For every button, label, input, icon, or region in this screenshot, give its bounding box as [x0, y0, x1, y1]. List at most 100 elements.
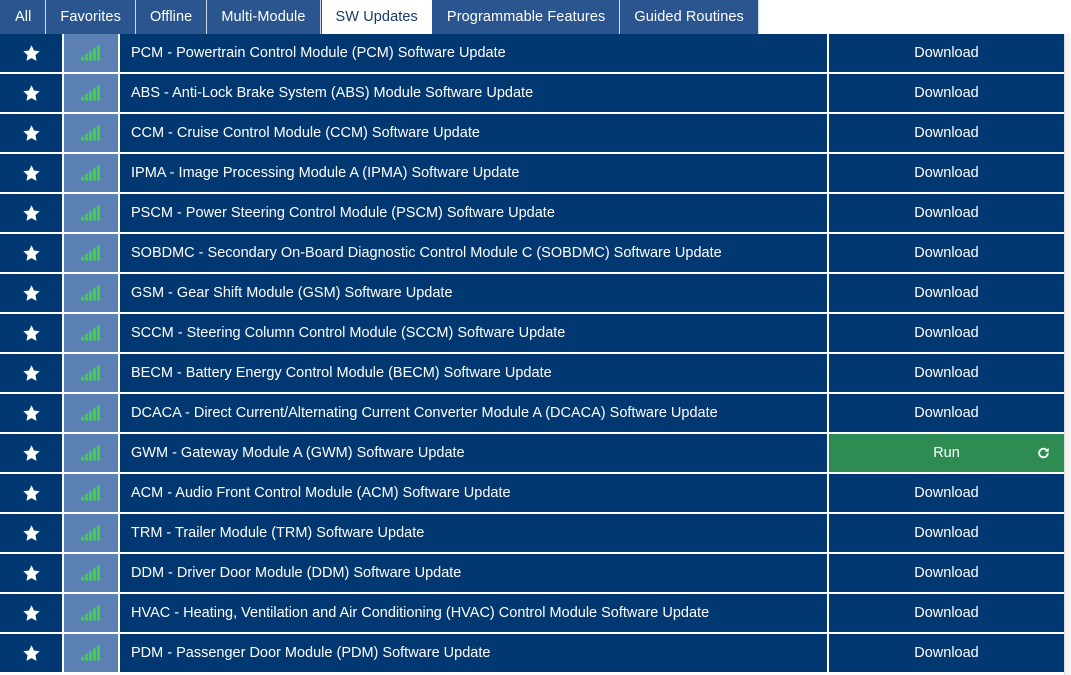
module-label[interactable]: BECM - Battery Energy Control Module (BE… — [120, 354, 827, 392]
tab-offline[interactable]: Offline — [135, 0, 208, 34]
download-button[interactable]: Download — [829, 594, 1064, 632]
favorite-toggle[interactable] — [0, 394, 62, 432]
module-status-cell[interactable] — [64, 34, 118, 72]
favorite-toggle[interactable] — [0, 594, 62, 632]
module-label[interactable]: GSM - Gear Shift Module (GSM) Software U… — [120, 274, 827, 312]
module-label[interactable]: TRM - Trailer Module (TRM) Software Upda… — [120, 514, 827, 552]
tab-bar-filler — [758, 0, 1071, 34]
tab-all[interactable]: All — [0, 0, 47, 34]
action-label: Download — [914, 325, 979, 341]
module-label[interactable]: IPMA - Image Processing Module A (IPMA) … — [120, 154, 827, 192]
download-button[interactable]: Download — [829, 314, 1064, 352]
vertical-scrollbar[interactable] — [1064, 34, 1071, 675]
signal-bars-icon — [81, 85, 101, 101]
download-button[interactable]: Download — [829, 74, 1064, 112]
download-button[interactable]: Download — [829, 234, 1064, 272]
favorite-toggle[interactable] — [0, 194, 62, 232]
signal-bars-icon — [81, 485, 101, 501]
signal-bars-icon — [81, 205, 101, 221]
module-status-cell[interactable] — [64, 354, 118, 392]
favorite-toggle[interactable] — [0, 154, 62, 192]
module-status-cell[interactable] — [64, 314, 118, 352]
table-row: HVAC - Heating, Ventilation and Air Cond… — [0, 594, 1064, 632]
favorite-toggle[interactable] — [0, 234, 62, 272]
module-label[interactable]: PDM - Passenger Door Module (PDM) Softwa… — [120, 634, 827, 672]
star-icon — [22, 244, 41, 263]
favorite-toggle[interactable] — [0, 74, 62, 112]
signal-bars-icon — [81, 565, 101, 581]
module-label[interactable]: PSCM - Power Steering Control Module (PS… — [120, 194, 827, 232]
module-label[interactable]: CCM - Cruise Control Module (CCM) Softwa… — [120, 114, 827, 152]
module-status-cell[interactable] — [64, 434, 118, 472]
favorite-toggle[interactable] — [0, 474, 62, 512]
table-row: ABS - Anti-Lock Brake System (ABS) Modul… — [0, 74, 1064, 112]
download-button[interactable]: Download — [829, 394, 1064, 432]
module-status-cell[interactable] — [64, 114, 118, 152]
action-label: Download — [914, 85, 979, 101]
module-status-cell[interactable] — [64, 74, 118, 112]
favorite-toggle[interactable] — [0, 354, 62, 392]
favorite-toggle[interactable] — [0, 634, 62, 672]
action-label: Download — [914, 365, 979, 381]
action-label: Download — [914, 605, 979, 621]
tab-multi-module[interactable]: Multi-Module — [207, 0, 321, 34]
action-label: Download — [914, 525, 979, 541]
module-label[interactable]: ACM - Audio Front Control Module (ACM) S… — [120, 474, 827, 512]
download-button[interactable]: Download — [829, 354, 1064, 392]
download-button[interactable]: Download — [829, 554, 1064, 592]
signal-bars-icon — [81, 525, 101, 541]
action-label: Download — [914, 565, 979, 581]
module-label[interactable]: SOBDMC - Secondary On-Board Diagnostic C… — [120, 234, 827, 272]
download-button[interactable]: Download — [829, 474, 1064, 512]
module-status-cell[interactable] — [64, 474, 118, 512]
module-label[interactable]: PCM - Powertrain Control Module (PCM) So… — [120, 34, 827, 72]
signal-bars-icon — [81, 165, 101, 181]
scrollbar-thumb[interactable] — [1065, 34, 1071, 675]
module-status-cell[interactable] — [64, 194, 118, 232]
signal-bars-icon — [81, 365, 101, 381]
favorite-toggle[interactable] — [0, 274, 62, 312]
module-label[interactable]: HVAC - Heating, Ventilation and Air Cond… — [120, 594, 827, 632]
module-status-cell[interactable] — [64, 634, 118, 672]
download-button[interactable]: Download — [829, 114, 1064, 152]
favorite-toggle[interactable] — [0, 34, 62, 72]
module-status-cell[interactable] — [64, 274, 118, 312]
favorite-toggle[interactable] — [0, 554, 62, 592]
signal-bars-icon — [81, 45, 101, 61]
star-icon — [22, 644, 41, 663]
signal-bars-icon — [81, 285, 101, 301]
tab-favorites[interactable]: Favorites — [46, 0, 136, 34]
signal-bars-icon — [81, 405, 101, 421]
tab-sw-updates[interactable]: SW Updates — [320, 0, 433, 34]
module-status-cell[interactable] — [64, 594, 118, 632]
module-status-cell[interactable] — [64, 154, 118, 192]
sw-updates-screen: All Favorites Offline Multi-Module SW Update… — [0, 0, 1071, 675]
run-button[interactable]: Run — [829, 434, 1064, 472]
table-row: DDM - Driver Door Module (DDM) Software … — [0, 554, 1064, 592]
module-status-cell[interactable] — [64, 554, 118, 592]
table-row: CCM - Cruise Control Module (CCM) Softwa… — [0, 114, 1064, 152]
module-status-cell[interactable] — [64, 394, 118, 432]
tab-guided-routines[interactable]: Guided Routines — [620, 0, 759, 34]
module-label[interactable]: DCACA - Direct Current/Alternating Curre… — [120, 394, 827, 432]
tab-programmable-features[interactable]: Programmable Features — [432, 0, 621, 34]
favorite-toggle[interactable] — [0, 514, 62, 552]
download-button[interactable]: Download — [829, 34, 1064, 72]
module-status-cell[interactable] — [64, 514, 118, 552]
favorite-toggle[interactable] — [0, 434, 62, 472]
module-label[interactable]: SCCM - Steering Column Control Module (S… — [120, 314, 827, 352]
module-label[interactable]: ABS - Anti-Lock Brake System (ABS) Modul… — [120, 74, 827, 112]
module-label[interactable]: DDM - Driver Door Module (DDM) Software … — [120, 554, 827, 592]
download-button[interactable]: Download — [829, 634, 1064, 672]
download-button[interactable]: Download — [829, 274, 1064, 312]
download-button[interactable]: Download — [829, 154, 1064, 192]
table-row: GSM - Gear Shift Module (GSM) Software U… — [0, 274, 1064, 312]
star-icon — [22, 124, 41, 143]
star-icon — [22, 364, 41, 383]
download-button[interactable]: Download — [829, 194, 1064, 232]
module-label[interactable]: GWM - Gateway Module A (GWM) Software Up… — [120, 434, 827, 472]
favorite-toggle[interactable] — [0, 114, 62, 152]
download-button[interactable]: Download — [829, 514, 1064, 552]
module-status-cell[interactable] — [64, 234, 118, 272]
favorite-toggle[interactable] — [0, 314, 62, 352]
